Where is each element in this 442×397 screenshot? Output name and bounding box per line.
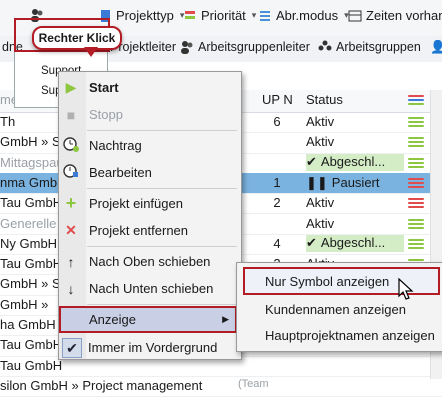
- context-menu: ▶ Start ■ Stopp Nachtrag Bearbeiten + Pr…: [58, 71, 242, 360]
- menu-item-immer-vordergrund[interactable]: ✔ Immer im Vordergrund: [59, 334, 241, 361]
- status-label: Aktiv: [306, 215, 335, 231]
- menu-item-immer-vordergrund-label: Immer im Vordergrund: [88, 340, 218, 355]
- priority-bars-icon: [408, 137, 424, 149]
- arbeitsgruppen-label: Arbeitsgruppen: [336, 40, 421, 54]
- prioritaet-dropdown[interactable]: Priorität ▾: [183, 8, 256, 23]
- priority-bars-icon: [408, 218, 424, 231]
- chevron-down-icon: ▾: [251, 10, 257, 20]
- status-label: Pausiert: [331, 174, 380, 190]
- menu-item-projekt-einfuegen-label: Projekt einfügen: [89, 196, 183, 211]
- projekttyp-dropdown[interactable]: Projekttyp ▾: [98, 8, 184, 23]
- priority-bars-icon: [408, 238, 424, 251]
- menu-item-nach-unten-label: Nach Unten schieben: [89, 281, 214, 296]
- zeiten-dropdown[interactable]: Zeiten vorhan: [348, 8, 442, 23]
- arbeitsgruppen-filter[interactable]: Arbeitsgruppen: [318, 40, 421, 54]
- up-number: 4: [273, 235, 281, 251]
- check-circle-icon: ✔: [306, 153, 317, 169]
- play-icon: ▶: [65, 79, 77, 95]
- menu-item-start[interactable]: ▶ Start: [59, 74, 241, 101]
- menu-item-anzeige-label: Anzeige: [89, 312, 136, 327]
- group-icon: [318, 40, 332, 54]
- anzeige-submenu: Nur Symbol anzeigen Kundennamen anzeigen…: [236, 262, 442, 352]
- menu-item-stopp[interactable]: ■ Stopp: [59, 101, 241, 128]
- priority-bars-icon: [408, 157, 424, 170]
- status-label: Aktiv: [306, 134, 335, 150]
- status-cell: Aktiv: [306, 114, 404, 129]
- status-cell: Aktiv: [306, 134, 404, 149]
- arbeitsgruppenleiter-filter[interactable]: Arbeitsgruppenleiter: [180, 40, 310, 54]
- project-team-suffix: (Team: [238, 377, 269, 390]
- status-cell: Aktiv: [306, 195, 404, 210]
- list-icon: [258, 9, 272, 23]
- people-icon: [180, 40, 194, 54]
- abrmodus-label: Abr.modus: [276, 8, 339, 23]
- callout-tail: [84, 47, 98, 57]
- priority-icon: [183, 9, 197, 23]
- projekttyp-label: Projekttyp: [116, 8, 174, 23]
- status-label: Abgeschl...: [320, 153, 386, 169]
- submenu-item-hauptprojektnamen[interactable]: Hauptprojektnamen anzeigen: [237, 321, 442, 349]
- menu-item-stopp-label: Stopp: [89, 107, 123, 122]
- menu-item-projekt-entfernen[interactable]: ✕ Projekt entfernen: [59, 217, 241, 244]
- people-icon: 👤: [430, 40, 442, 54]
- filter-more[interactable]: 👤: [430, 40, 442, 54]
- plus-icon: +: [65, 193, 77, 213]
- edit-icon: [59, 163, 83, 182]
- status-cell: ✔ Abgeschl...: [306, 234, 404, 252]
- mouse-cursor-icon: [398, 277, 416, 305]
- clock-add-icon: [59, 136, 83, 155]
- columns-icon[interactable]: [408, 95, 424, 107]
- menu-item-nach-oben-label: Nach Oben schieben: [89, 254, 211, 269]
- menu-item-nach-unten[interactable]: ↓ Nach Unten schieben: [59, 275, 241, 302]
- menu-item-projekt-einfuegen[interactable]: + Projekt einfügen: [59, 190, 241, 217]
- up-number: 1: [273, 174, 281, 190]
- arrow-up-icon: ↑: [67, 253, 75, 270]
- menu-item-start-label: Start: [89, 80, 119, 95]
- right-click-callout: Rechter Klick: [32, 26, 122, 50]
- stop-icon: ■: [66, 106, 76, 123]
- status-cell: ❚❚ Pausiert: [306, 175, 404, 191]
- status-column-header[interactable]: Status: [306, 92, 404, 107]
- menu-item-nachtrag[interactable]: Nachtrag: [59, 132, 241, 159]
- menu-item-nach-oben[interactable]: ↑ Nach Oben schieben: [59, 248, 241, 275]
- prioritaet-label: Priorität: [201, 8, 246, 23]
- table-row[interactable]: silon GmbH » Project management (Team: [0, 376, 442, 397]
- pause-icon: ❚❚: [306, 174, 328, 190]
- up-number: 2: [273, 195, 281, 211]
- up-number: 6: [273, 114, 281, 129]
- abrmodus-dropdown[interactable]: Abr.modus ▾: [258, 8, 349, 23]
- status-cell: ✔ Abgeschl...: [306, 153, 404, 171]
- submenu-item-nur-symbol-label: Nur Symbol anzeigen: [265, 273, 390, 289]
- status-label: Aktiv: [306, 114, 335, 129]
- x-icon: ✕: [65, 222, 77, 238]
- check-circle-icon: ✔: [306, 234, 317, 250]
- menu-item-anzeige[interactable]: Anzeige ▶: [59, 306, 237, 333]
- priority-bars-icon: [408, 177, 424, 190]
- priority-bars-icon: [408, 198, 424, 210]
- menu-item-bearbeiten-label: Bearbeiten: [89, 165, 152, 180]
- grid-icon: [348, 9, 362, 23]
- status-label: Abgeschl...: [320, 234, 386, 250]
- project-name: silon GmbH » Project management: [0, 377, 203, 393]
- priority-bars-icon: [408, 117, 424, 129]
- check-icon: ✔: [62, 337, 82, 358]
- arrow-down-icon: ↓: [67, 280, 75, 297]
- status-label: Aktiv: [306, 195, 335, 211]
- status-cell: Aktiv: [306, 216, 404, 231]
- submenu-item-kundennamen-label: Kundennamen anzeigen: [265, 301, 406, 317]
- chevron-right-icon: ▶: [222, 314, 229, 324]
- up-column-header[interactable]: UP Nr.: [262, 92, 292, 107]
- zeiten-label: Zeiten vorhan: [366, 8, 442, 23]
- menu-item-nachtrag-label: Nachtrag: [89, 138, 142, 153]
- menu-item-projekt-entfernen-label: Projekt entfernen: [89, 223, 189, 238]
- menu-item-bearbeiten[interactable]: Bearbeiten: [59, 159, 241, 186]
- submenu-item-hauptprojektnamen-label: Hauptprojektnamen anzeigen: [265, 327, 435, 343]
- arbeitsgruppenleiter-label: Arbeitsgruppenleiter: [198, 40, 310, 54]
